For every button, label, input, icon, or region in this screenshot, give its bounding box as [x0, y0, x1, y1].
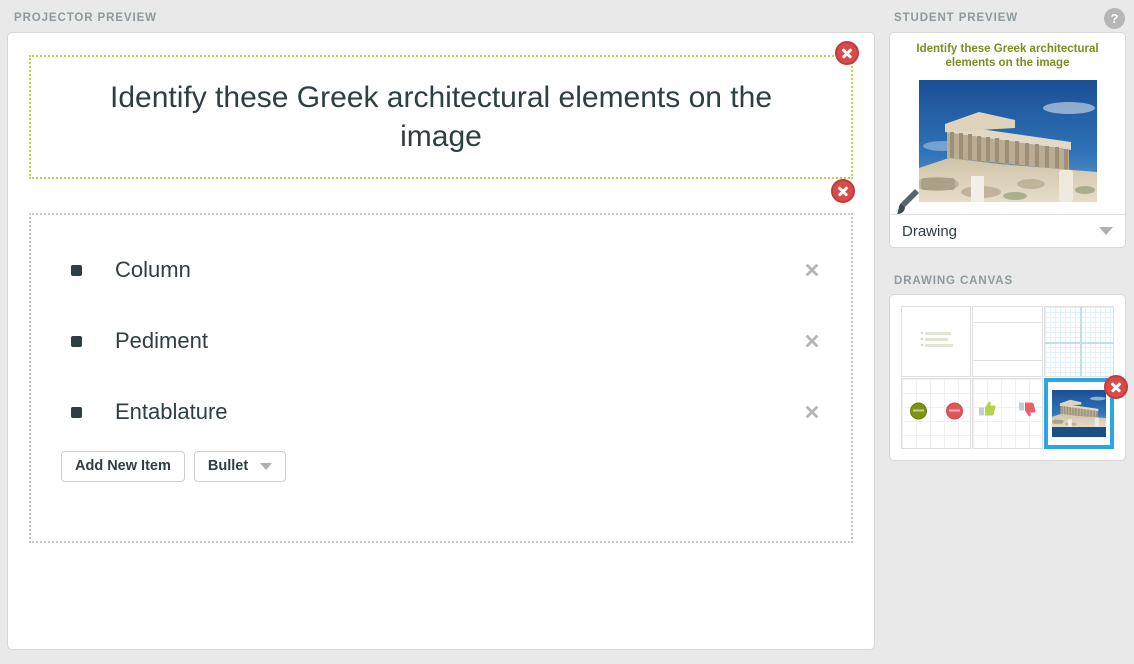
list-item[interactable]: Column: [31, 247, 851, 293]
list-item[interactable]: Entablature: [31, 389, 851, 435]
bullet-style-dropdown[interactable]: Bullet: [194, 451, 286, 482]
chevron-down-icon: [260, 463, 272, 470]
student-preview-title: Identify these Greek architectural eleme…: [904, 42, 1111, 70]
chevron-down-icon: [1099, 227, 1113, 235]
list-toolbar: Add New Item Bullet: [61, 451, 286, 482]
thumbnail-graph-paper[interactable]: [1044, 306, 1114, 377]
student-preview-card: Identify these Greek architectural eleme…: [889, 32, 1126, 248]
add-new-item-label: Add New Item: [75, 452, 171, 481]
thumbnail-thumbs-scale[interactable]: [972, 378, 1042, 449]
slide-list-block[interactable]: Column Pediment Entablature: [29, 213, 853, 543]
remove-item-icon[interactable]: [803, 332, 821, 350]
activity-type-value: Drawing: [902, 223, 1099, 240]
bullet-square-icon: [71, 336, 82, 347]
list-item-label: Pediment: [115, 328, 208, 354]
thumbnail-list-lines: [921, 332, 952, 350]
help-icon[interactable]: ?: [1104, 8, 1125, 29]
thumbnail-header-rule: [973, 322, 1041, 323]
thumbnail-agree-scale[interactable]: [901, 378, 971, 449]
slide-title-block[interactable]: Identify these Greek architectural eleme…: [29, 55, 853, 179]
projector-preview-label: PROJECTOR PREVIEW: [14, 12, 157, 24]
disagree-marker-icon: [946, 403, 963, 420]
bullet-square-icon: [71, 265, 82, 276]
delete-list-block-button[interactable]: [831, 179, 855, 203]
thumbnail-parthenon-image: [1052, 390, 1106, 437]
thumbs-up-icon: [979, 401, 996, 422]
graph-axes-icon: [1045, 307, 1113, 376]
list-item-label: Column: [115, 257, 191, 283]
projector-preview-panel: Identify these Greek architectural eleme…: [7, 32, 875, 650]
add-new-item-button[interactable]: Add New Item: [61, 451, 185, 482]
remove-item-icon[interactable]: [803, 261, 821, 279]
slide-title-text: Identify these Greek architectural eleme…: [81, 78, 801, 156]
paintbrush-icon[interactable]: [890, 184, 924, 218]
thumbnail-footer-rule: [973, 360, 1041, 361]
bullet-square-icon: [71, 407, 82, 418]
delete-thumbnail-button[interactable]: [1104, 375, 1128, 399]
app-root: PROJECTOR PREVIEW STUDENT PREVIEW DRAWIN…: [0, 0, 1134, 664]
student-preview-image[interactable]: [919, 80, 1097, 202]
thumbnail-bullet-list[interactable]: [901, 306, 971, 377]
remove-item-icon[interactable]: [803, 403, 821, 421]
drawing-canvas-label: DRAWING CANVAS: [894, 275, 1013, 287]
list-item-label: Entablature: [115, 399, 228, 425]
list-item[interactable]: Pediment: [31, 318, 851, 364]
student-preview-label: STUDENT PREVIEW: [894, 12, 1018, 24]
activity-type-dropdown[interactable]: Drawing: [890, 214, 1125, 247]
bullet-style-label: Bullet: [208, 452, 248, 481]
canvas-thumbnail-grid: [901, 306, 1114, 449]
delete-title-block-button[interactable]: [835, 41, 859, 65]
agree-marker-icon: [910, 403, 927, 420]
drawing-canvas-panel: [889, 294, 1126, 461]
thumbnail-blank-page[interactable]: [972, 306, 1042, 377]
thumbs-down-icon: [1019, 401, 1036, 422]
